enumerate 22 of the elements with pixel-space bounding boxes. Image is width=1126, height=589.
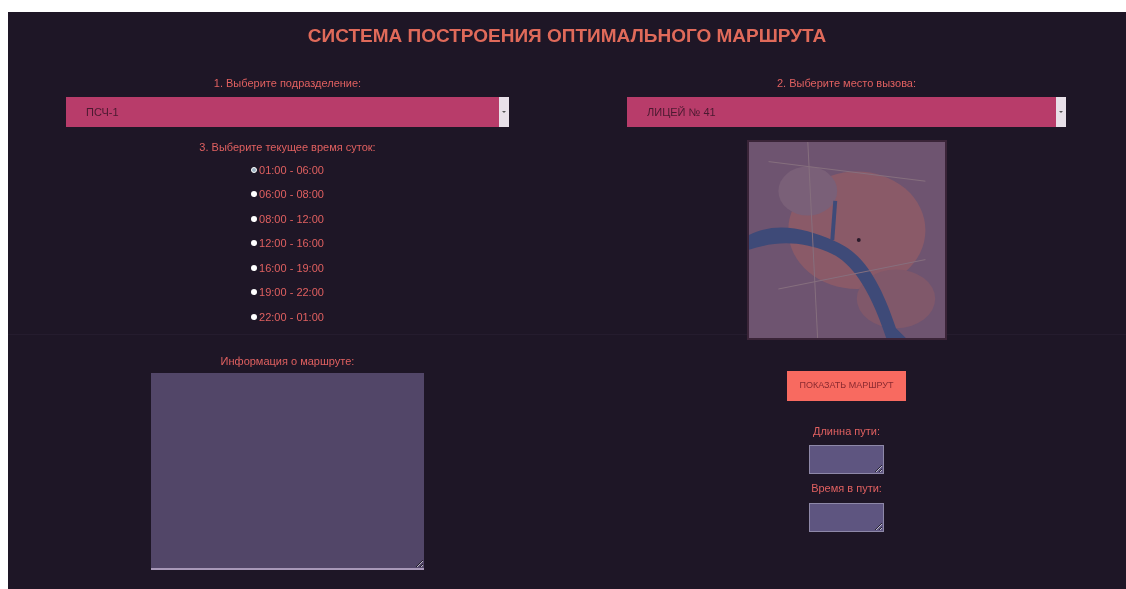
- time-radio[interactable]: 19:00 - 22:00: [251, 284, 324, 301]
- field-label: 3. Выберите текущее время суток:: [199, 140, 376, 155]
- place-select[interactable]: ЛИЦЕЙ № 41: [627, 97, 1066, 127]
- time-radio[interactable]: 12:00 - 16:00: [251, 235, 324, 252]
- input-field[interactable]: [809, 445, 884, 474]
- field-label: Информация о маршруте:: [220, 353, 355, 369]
- caret-icon: [1059, 110, 1063, 114]
- field-label: Время в пути:: [811, 481, 882, 496]
- time-radio[interactable]: 06:00 - 08:00: [251, 186, 324, 203]
- unit-select[interactable]: ПСЧ-1: [66, 97, 509, 127]
- time-radio[interactable]: 16:00 - 19:00: [251, 259, 324, 276]
- field-label: Длинна пути:: [813, 423, 880, 439]
- page-title: СИСТЕМА ПОСТРОЕНИЯ ОПТИМАЛЬНОГО МАРШРУТА: [306, 24, 828, 48]
- time-radio[interactable]: 01:00 - 06:00: [251, 161, 324, 178]
- show-route-button[interactable]: ПОКАЗАТЬ МАРШРУТ: [787, 370, 906, 401]
- route-info-field[interactable]: [151, 373, 424, 570]
- field-label: 2. Выберите место вызова:: [776, 75, 917, 91]
- time-radio[interactable]: 22:00 - 01:00: [251, 308, 324, 325]
- caret-icon: [502, 110, 506, 114]
- field-label: 1. Выберите подразделение:: [213, 75, 362, 91]
- input-field[interactable]: [809, 502, 884, 532]
- time-radio[interactable]: 08:00 - 12:00: [251, 210, 324, 227]
